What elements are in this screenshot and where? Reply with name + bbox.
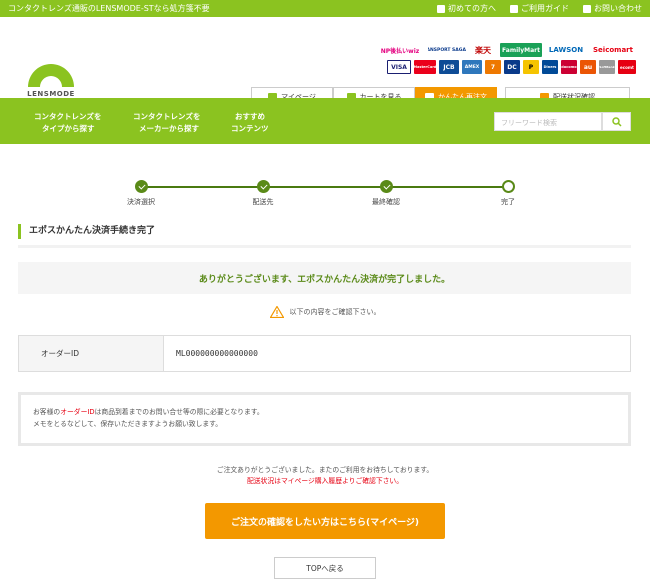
mail-icon (583, 4, 591, 13)
contact-link[interactable]: お問い合わせ (583, 3, 642, 14)
payment-logos: NP後払いwiz TRANSPORT SAGAWA 楽天 FamilyMart … (344, 43, 636, 77)
amex-logo: AMEX (462, 60, 482, 74)
visa-logo: VISA (387, 60, 411, 74)
first-time-link[interactable]: 初めての方へ (437, 3, 496, 14)
search-icon (611, 116, 622, 127)
step-2-done-icon (257, 180, 270, 193)
order-id-value: ML000000000000000 (176, 349, 258, 358)
jcb-logo: JCB (439, 60, 459, 74)
step-3-done-icon (380, 180, 393, 193)
top-links: 初めての方へ ご利用ガイド お問い合わせ (437, 3, 642, 14)
logo-text: LENSMODE (27, 90, 75, 98)
lawson-logo: LAWSON (548, 46, 584, 54)
check-order-mypage-button[interactable]: ご注文の確認をしたい方はこちら(マイページ) (205, 503, 445, 539)
mastercard-logo: MasterCard (414, 60, 436, 74)
step-label: 完了 (501, 198, 515, 206)
seicomart-logo: Seicomart (593, 46, 633, 54)
seven-eleven-logo: 7 (485, 60, 501, 74)
order-id-label: オーダーID (19, 336, 164, 371)
np-logo: NP後払いwiz (380, 47, 420, 55)
p-logo: P (523, 60, 539, 74)
nav-by-maker[interactable]: コンタクトレンズを メーカーから探す (133, 111, 200, 135)
logo-mark-icon (28, 64, 74, 87)
check-icon (510, 4, 518, 13)
docomo-logo: docomo (561, 60, 577, 74)
search-input[interactable]: フリーワード検索 (494, 112, 602, 131)
back-to-top-button[interactable]: TOPへ戻る (274, 557, 376, 579)
search-button[interactable] (602, 112, 631, 131)
order-id-note: お客様のオーダーIDは商品到着までのお問い合せ等の際に必要となります。 メモをと… (18, 392, 631, 446)
site-tagline: コンタクトレンズ通販のLENSMODE-STなら処方箋不要 (8, 4, 210, 13)
progress-line (141, 186, 509, 188)
book-icon (437, 4, 445, 13)
warning-icon (269, 306, 284, 318)
success-message: ありがとうございます、エポスかんたん決済が完了しました。 (18, 262, 631, 294)
nav-by-type[interactable]: コンタクトレンズを タイプから探す (34, 111, 101, 135)
ecomt-logo: ecomt (618, 60, 636, 74)
nav-recommended[interactable]: おすすめ コンテンツ (231, 111, 269, 135)
sagawa-logo: TRANSPORT SAGAWA (428, 47, 466, 53)
header: LENSMODE NP後払いwiz TRANSPORT SAGAWA 楽天 Fa… (0, 17, 650, 107)
familymart-logo: FamilyMart (500, 43, 542, 57)
softbank-logo: SoftBank (599, 60, 615, 74)
rakuten-logo: 楽天 (475, 45, 491, 55)
top-bar: コンタクトレンズ通販のLENSMODE-STなら処方箋不要 初めての方へ ご利用… (0, 0, 650, 17)
title-divider (18, 245, 631, 248)
dc-logo: DC (504, 60, 520, 74)
guide-link[interactable]: ご利用ガイド (510, 3, 569, 14)
au-logo: au (580, 60, 596, 74)
step-1-done-icon (135, 180, 148, 193)
page-title: エポスかんたん決済手続き完了 (18, 224, 155, 239)
diners-logo: Diners (542, 60, 558, 74)
site-logo[interactable]: LENSMODE (22, 51, 80, 98)
step-label: 配送先 (252, 198, 274, 206)
shipping-status-note: 配送状況はマイページ購入履歴よりご確認下さい。 (246, 477, 404, 485)
order-table: オーダーID ML000000000000000 (18, 335, 631, 372)
progress-steps: 決済選択 配送先 最終確認 完了 (0, 175, 650, 215)
step-label: 最終確認 (372, 198, 400, 206)
confirm-note-text: 以下の内容をご確認下さい。 (289, 308, 381, 316)
closing-message: ご注文ありがとうございました。またのご利用をお待ちしております。 配送状況はマイ… (0, 465, 650, 487)
step-4-current-icon (502, 180, 515, 193)
order-id-highlight: オーダーID (60, 408, 95, 416)
step-label: 決済選択 (127, 198, 155, 206)
confirm-notice: 以下の内容をご確認下さい。 (0, 306, 650, 318)
